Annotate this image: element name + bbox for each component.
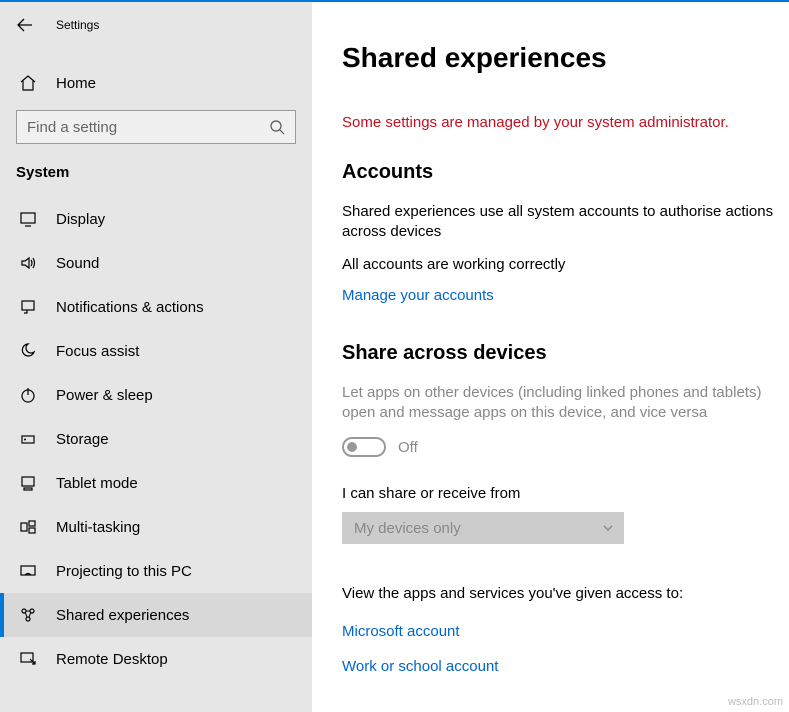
search-input[interactable] bbox=[27, 119, 267, 136]
dropdown-value: My devices only bbox=[354, 520, 461, 537]
share-toggle[interactable] bbox=[342, 437, 386, 457]
sidebar-item-label: Projecting to this PC bbox=[56, 563, 192, 580]
search-icon bbox=[269, 119, 285, 135]
section-accounts-heading: Accounts bbox=[342, 161, 775, 184]
focus-assist-icon bbox=[18, 342, 38, 360]
receive-label: I can share or receive from bbox=[342, 485, 775, 502]
display-icon bbox=[18, 210, 38, 228]
toggle-state-label: Off bbox=[398, 439, 418, 456]
sidebar-item-tablet-mode[interactable]: Tablet mode bbox=[0, 461, 312, 505]
home-icon bbox=[18, 74, 38, 92]
sidebar-item-label: Focus assist bbox=[56, 343, 139, 360]
tablet-icon bbox=[18, 474, 38, 492]
back-button[interactable] bbox=[14, 14, 36, 36]
sidebar-item-storage[interactable]: Storage bbox=[0, 417, 312, 461]
sidebar-item-label: Sound bbox=[56, 255, 99, 272]
sidebar-item-sound[interactable]: Sound bbox=[0, 241, 312, 285]
access-label: View the apps and services you've given … bbox=[342, 584, 775, 604]
sidebar-item-label: Tablet mode bbox=[56, 475, 138, 492]
sidebar-item-label: Storage bbox=[56, 431, 109, 448]
sidebar-item-label: Remote Desktop bbox=[56, 651, 168, 668]
projecting-icon bbox=[18, 562, 38, 580]
sidebar-item-remote-desktop[interactable]: Remote Desktop bbox=[0, 637, 312, 681]
sidebar-item-power[interactable]: Power & sleep bbox=[0, 373, 312, 417]
watermark: wsxdn.com bbox=[728, 696, 783, 708]
share-desc: Let apps on other devices (including lin… bbox=[342, 383, 775, 424]
sidebar-item-shared-experiences[interactable]: Shared experiences bbox=[0, 593, 312, 637]
main-panel: Shared experiences Some settings are man… bbox=[312, 2, 789, 712]
admin-warning: Some settings are managed by your system… bbox=[342, 114, 775, 131]
sound-icon bbox=[18, 254, 38, 272]
storage-icon bbox=[18, 430, 38, 448]
toggle-knob bbox=[347, 442, 357, 452]
receive-dropdown[interactable]: My devices only bbox=[342, 512, 624, 544]
remote-desktop-icon bbox=[18, 650, 38, 668]
sidebar-item-display[interactable]: Display bbox=[0, 197, 312, 241]
search-box[interactable] bbox=[16, 110, 296, 144]
chevron-down-icon bbox=[602, 522, 614, 534]
sidebar-item-focus-assist[interactable]: Focus assist bbox=[0, 329, 312, 373]
sidebar-item-label: Power & sleep bbox=[56, 387, 153, 404]
power-icon bbox=[18, 386, 38, 404]
home-label: Home bbox=[56, 75, 96, 92]
sidebar-item-label: Multi-tasking bbox=[56, 519, 140, 536]
arrow-left-icon bbox=[16, 16, 34, 34]
accounts-desc: Shared experiences use all system accoun… bbox=[342, 202, 775, 243]
sidebar-item-notifications[interactable]: Notifications & actions bbox=[0, 285, 312, 329]
sidebar-item-label: Display bbox=[56, 211, 105, 228]
sidebar-item-label: Shared experiences bbox=[56, 607, 189, 624]
sidebar-item-label: Notifications & actions bbox=[56, 299, 204, 316]
work-school-account-link[interactable]: Work or school account bbox=[342, 658, 498, 675]
notifications-icon bbox=[18, 298, 38, 316]
home-nav[interactable]: Home bbox=[0, 62, 312, 104]
manage-accounts-link[interactable]: Manage your accounts bbox=[342, 287, 494, 304]
sidebar: Settings Home System Display Sound Notif… bbox=[0, 2, 312, 712]
sidebar-item-projecting[interactable]: Projecting to this PC bbox=[0, 549, 312, 593]
category-heading: System bbox=[0, 154, 312, 197]
page-title: Shared experiences bbox=[342, 42, 775, 74]
accounts-status: All accounts are working correctly bbox=[342, 255, 775, 275]
app-title: Settings bbox=[56, 18, 99, 32]
microsoft-account-link[interactable]: Microsoft account bbox=[342, 623, 775, 640]
sidebar-item-multitasking[interactable]: Multi-tasking bbox=[0, 505, 312, 549]
section-share-heading: Share across devices bbox=[342, 342, 775, 365]
multitask-icon bbox=[18, 518, 38, 536]
shared-icon bbox=[18, 606, 38, 624]
